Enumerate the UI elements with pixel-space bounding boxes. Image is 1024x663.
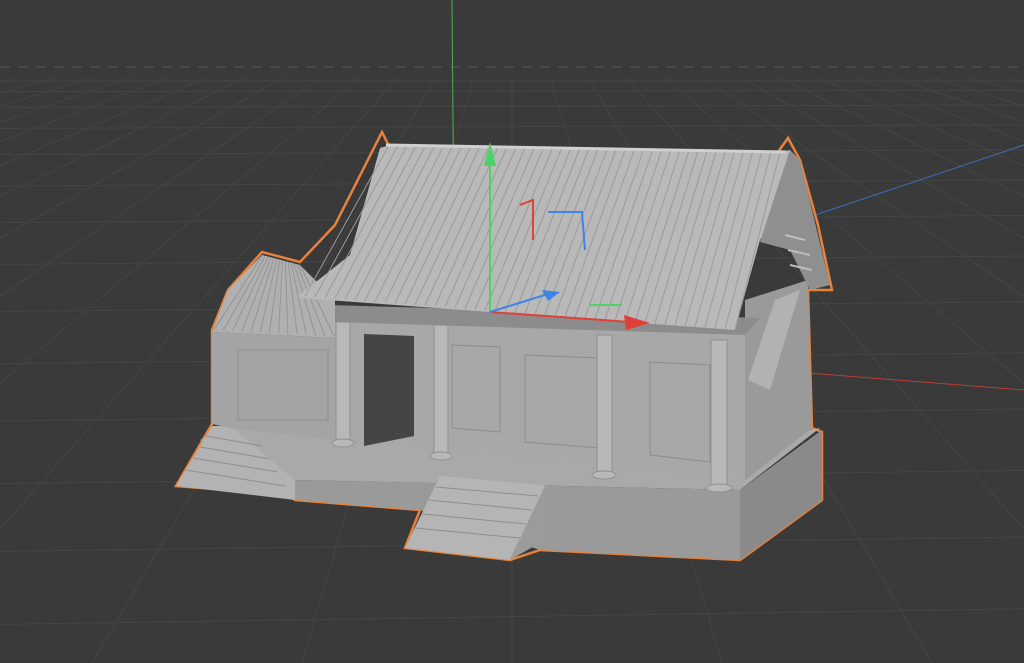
left-wing-wall [212, 332, 335, 440]
doorway-dark [364, 334, 414, 446]
3d-viewport[interactable] [0, 0, 1024, 663]
pavilion-model[interactable] [173, 129, 834, 562]
